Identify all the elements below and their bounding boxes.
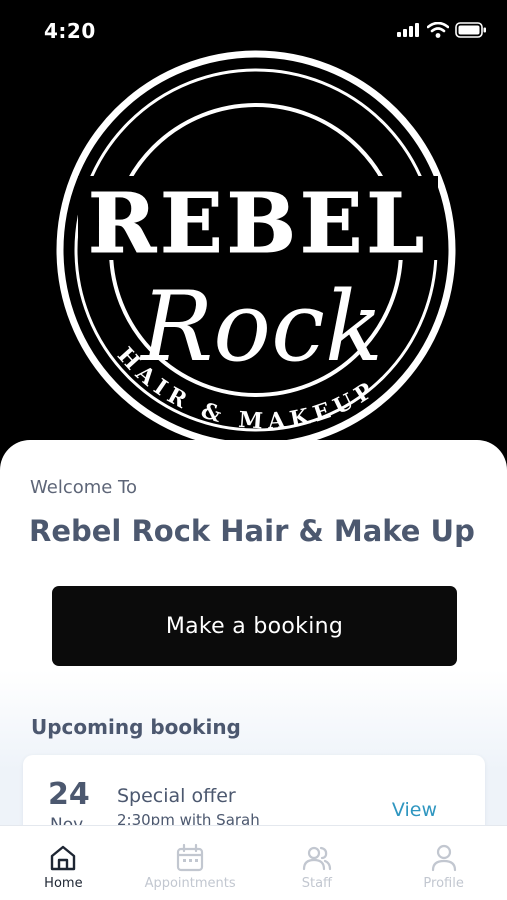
tab-staff[interactable]: Staff	[254, 826, 381, 900]
cellular-signal-icon	[397, 23, 419, 37]
booking-day: 24	[48, 777, 90, 812]
hero-banner: REBEL Rock HAIR & MAKEUP	[0, 0, 507, 470]
tab-appointments-label: Appointments	[144, 876, 236, 891]
users-icon	[302, 846, 331, 871]
app-screen: REBEL Rock HAIR & MAKEUP 4:20 Welcome To…	[0, 0, 507, 900]
status-bar: 4:20	[0, 0, 507, 60]
make-booking-label: Make a booking	[165, 613, 344, 639]
status-icons	[397, 22, 487, 38]
booking-title: Special offer	[117, 785, 236, 807]
wifi-icon	[427, 22, 449, 38]
business-logo: REBEL Rock HAIR & MAKEUP	[56, 50, 456, 450]
tab-home[interactable]: Home	[0, 826, 127, 900]
tab-appointments[interactable]: Appointments	[127, 826, 254, 900]
welcome-label: Welcome To	[30, 477, 138, 498]
calendar-icon	[177, 843, 204, 872]
battery-icon	[455, 22, 486, 38]
upcoming-booking-heading: Upcoming booking	[31, 715, 241, 739]
business-title: Rebel Rock Hair & Make Up	[29, 514, 475, 548]
tab-profile-label: Profile	[423, 876, 464, 891]
tab-staff-label: Staff	[301, 876, 333, 891]
tab-home-label: Home	[44, 876, 83, 891]
logo-word-top: REBEL	[88, 176, 428, 272]
home-icon	[51, 845, 76, 871]
bottom-tab-bar: Home Appointments Staff Profile	[0, 825, 507, 900]
logo-word-script: Rock	[139, 271, 383, 383]
user-icon	[431, 844, 456, 872]
view-booking-link[interactable]: View	[392, 799, 437, 821]
make-booking-button[interactable]: Make a booking	[52, 586, 457, 666]
tab-profile[interactable]: Profile	[380, 826, 507, 900]
status-time: 4:20	[44, 19, 96, 43]
